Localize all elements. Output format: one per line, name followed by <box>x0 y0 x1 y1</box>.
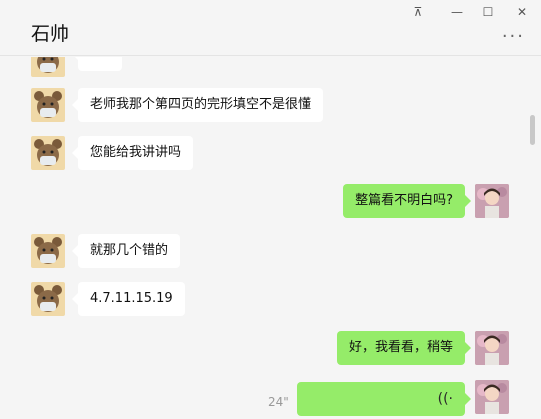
message-bubble[interactable]: 老师我那个第四页的完形填空不是很懂 <box>71 88 324 122</box>
bear-avatar[interactable] <box>31 88 65 122</box>
message-bubble[interactable]: 好，我看看，稍等 <box>336 331 472 365</box>
voice-message-bubble[interactable]: ((· <box>297 382 471 416</box>
more-options-icon[interactable]: ··· <box>502 28 525 46</box>
user-avatar[interactable] <box>475 184 509 218</box>
voice-duration: 24" <box>268 395 289 409</box>
message-bubble[interactable]: 4.7.11.15.19 <box>72 282 185 316</box>
title-bar: 石帅 ⊼ — ☐ ✕ ··· <box>0 0 541 56</box>
bear-avatar[interactable] <box>31 57 65 77</box>
message-bubble[interactable]: 整篇看不明白吗? <box>343 184 471 218</box>
minimize-button[interactable]: — <box>448 4 466 20</box>
bear-avatar[interactable] <box>31 136 65 170</box>
scrollbar-thumb[interactable] <box>530 115 535 145</box>
user-avatar[interactable] <box>475 331 509 365</box>
maximize-button[interactable]: ☐ <box>479 4 497 20</box>
bear-avatar[interactable] <box>31 282 65 316</box>
message-bubble[interactable]: 您能给我讲讲吗 <box>71 136 194 170</box>
chat-title: 石帅 <box>31 23 70 45</box>
close-button[interactable]: ✕ <box>513 4 531 20</box>
voice-wave-icon: ((· <box>437 391 453 407</box>
message-list[interactable]: 老师我那个第四页的完形填空不是很懂 您能给我讲讲吗 整篇看不明白吗? 就那几个错… <box>0 57 541 419</box>
message-bubble[interactable]: 就那几个错的 <box>71 234 181 268</box>
partial-message-bubble[interactable] <box>72 57 122 71</box>
bear-avatar[interactable] <box>31 234 65 268</box>
pin-icon[interactable]: ⊼ <box>409 4 427 20</box>
user-avatar[interactable] <box>475 380 509 414</box>
